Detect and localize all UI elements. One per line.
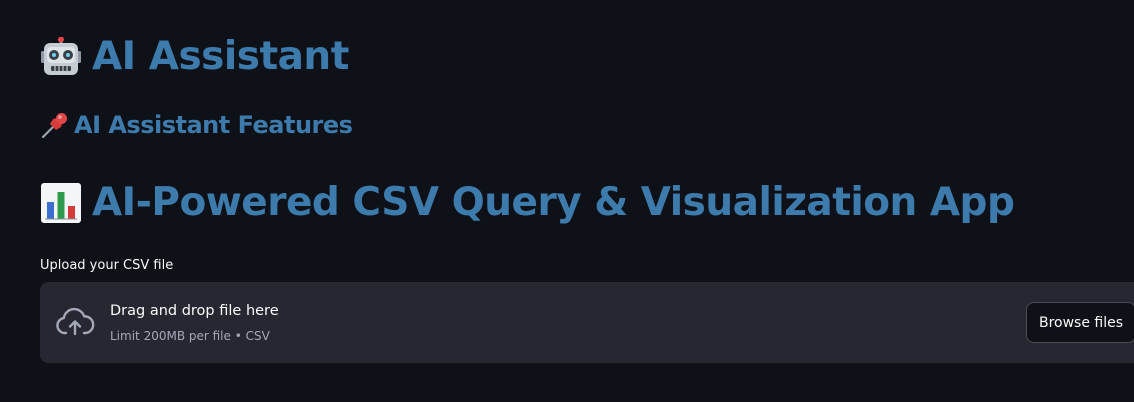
bar-chart-emoji-icon	[41, 182, 81, 223]
features-heading: AI Assistant Features	[74, 111, 353, 139]
pushpin-emoji-icon	[41, 113, 67, 139]
dropzone-file-limit: Limit 200MB per file • CSV	[110, 329, 270, 343]
features-heading-row: AI Assistant Features	[40, 110, 353, 140]
app-heading-row: AI-Powered CSV Query & Visualization App	[40, 180, 1015, 225]
file-dropzone[interactable]: Drag and drop file here Limit 200MB per …	[40, 282, 1134, 363]
cloud-upload-icon	[56, 307, 95, 336]
browse-files-button[interactable]: Browse files	[1026, 302, 1134, 343]
page-title: AI Assistant	[92, 34, 349, 79]
dropzone-instructions: Drag and drop file here	[110, 303, 279, 319]
upload-label: Upload your CSV file	[40, 258, 174, 273]
page-title-row: AI Assistant	[40, 34, 349, 79]
app-heading: AI-Powered CSV Query & Visualization App	[92, 180, 1015, 225]
robot-emoji-icon	[41, 36, 81, 75]
